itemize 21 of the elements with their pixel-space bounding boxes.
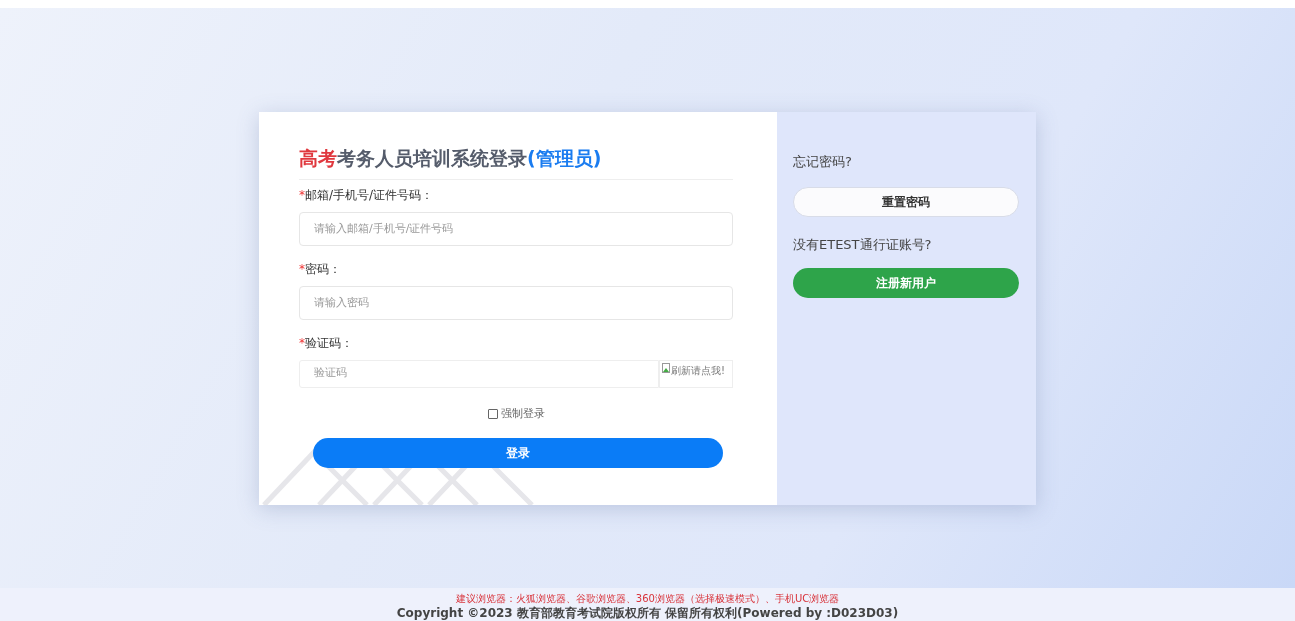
register-button[interactable]: 注册新用户 [793,268,1019,298]
login-title: 高考考务人员培训系统登录(管理员) [299,144,733,180]
required-mark: * [299,260,305,278]
captcha-field[interactable]: 验证码 [299,359,659,388]
copyright-text: Copyright ©2023 教育部教育考试院版权所有 保留所有权利(Powered by :D023D03) [396,606,899,620]
field-label: 邮箱/手机号/证件号码： [305,186,434,204]
login-button[interactable]: 登录 [313,438,723,468]
checkbox-label: 强制登录 [500,405,545,422]
checkbox[interactable] [487,408,498,419]
required-mark: * [299,186,305,204]
required-mark: * [299,334,305,352]
input-field[interactable]: 请输入邮箱/手机号/证件号码 [299,211,733,246]
input-field[interactable]: 请输入密码 [299,285,733,320]
browser-recommendation: 建议浏览器：火狐浏览器、谷歌浏览器、360浏览器（选择极速模式）、手机UC浏览器 [455,592,840,606]
field-label: 密码： [305,260,341,278]
captcha-image[interactable]: 刷新请点我! [659,359,733,388]
reset-password-button[interactable]: 重置密码 [793,186,1019,217]
forgot-password-text: 忘记密码? [793,153,853,171]
broken-image-icon [662,362,670,373]
no-account-text: 没有ETEST通行证账号? [793,235,933,254]
field-label: 验证码： [305,334,353,352]
